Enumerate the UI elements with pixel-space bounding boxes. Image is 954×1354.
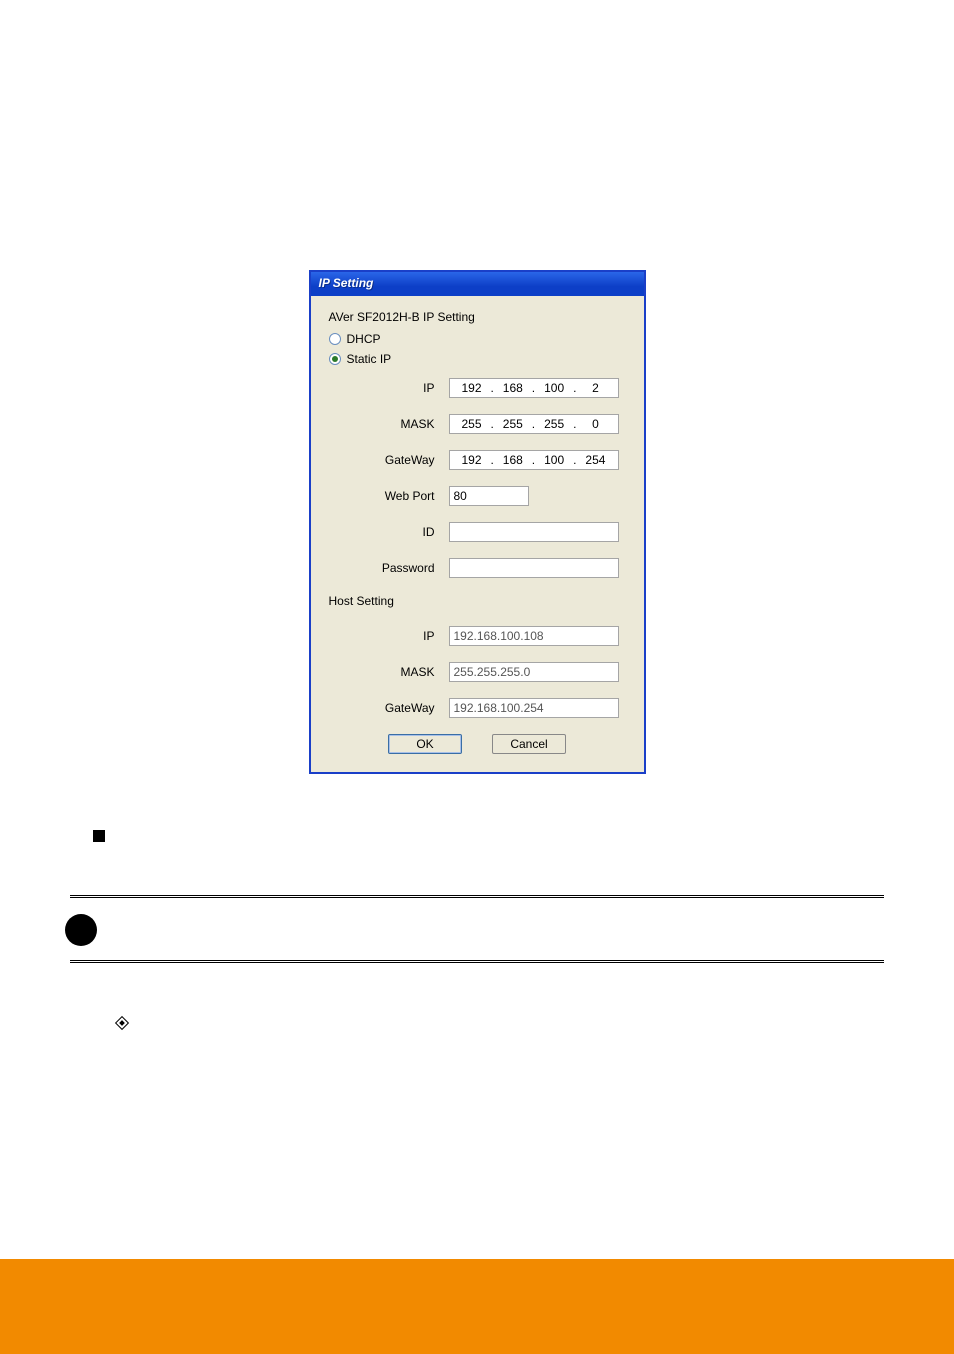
document-page	[0, 0, 954, 100]
gw-oct2[interactable]: 168	[500, 453, 526, 467]
ip-row: IP 192. 168. 100. 2	[369, 378, 626, 398]
ip-oct2[interactable]: 168	[500, 381, 526, 395]
hidden-text-2: '	[440, 138, 443, 154]
hidden-text-3: –	[515, 138, 522, 154]
circle-icon	[65, 914, 97, 946]
device-form-area: IP 192. 168. 100. 2 MASK 255. 255. 255. …	[329, 378, 626, 578]
cancel-button[interactable]: Cancel	[492, 734, 566, 754]
host-mask-row: MASK 255.255.255.0	[369, 662, 626, 682]
radio-static[interactable]	[329, 353, 341, 365]
diamond-icon	[115, 1016, 129, 1030]
password-input[interactable]	[449, 558, 619, 578]
host-ip-input[interactable]: 192.168.100.108	[449, 626, 619, 646]
webport-label: Web Port	[369, 489, 449, 503]
device-section-label: AVer SF2012H-B IP Setting	[329, 310, 626, 324]
id-label: ID	[369, 525, 449, 539]
host-mask-label: MASK	[369, 665, 449, 679]
host-ip-row: IP 192.168.100.108	[369, 626, 626, 646]
hidden-text-1: '	[540, 108, 543, 124]
host-form-area: IP 192.168.100.108 MASK 255.255.255.0 Ga…	[329, 626, 626, 718]
ip-setting-dialog: IP Setting AVer SF2012H-B IP Setting DHC…	[309, 270, 646, 774]
id-input[interactable]	[449, 522, 619, 542]
radio-dhcp[interactable]	[329, 333, 341, 345]
mask-label: MASK	[369, 417, 449, 431]
password-label: Password	[369, 561, 449, 575]
footer-bar	[0, 1259, 954, 1354]
mask-row: MASK 255. 255. 255. 0	[369, 414, 626, 434]
password-row: Password	[369, 558, 626, 578]
host-ip-label: IP	[369, 629, 449, 643]
mask-oct3[interactable]: 255	[541, 417, 567, 431]
gateway-label: GateWay	[369, 453, 449, 467]
ip-input[interactable]: 192. 168. 100. 2	[449, 378, 619, 398]
mask-oct4[interactable]: 0	[582, 417, 608, 431]
id-row: ID	[369, 522, 626, 542]
webport-row: Web Port 80	[369, 486, 626, 506]
ip-label: IP	[369, 381, 449, 395]
gateway-row: GateWay 192. 168. 100. 254	[369, 450, 626, 470]
ok-button[interactable]: OK	[388, 734, 462, 754]
dialog-titlebar[interactable]: IP Setting	[311, 272, 644, 296]
webport-input[interactable]: 80	[449, 486, 529, 506]
mask-input[interactable]: 255. 255. 255. 0	[449, 414, 619, 434]
radio-static-row[interactable]: Static IP	[329, 352, 626, 366]
radio-static-label: Static IP	[347, 352, 392, 366]
gw-oct1[interactable]: 192	[458, 453, 484, 467]
hidden-text-system: system'	[525, 175, 585, 196]
mask-oct1[interactable]: 255	[458, 417, 484, 431]
mask-oct2[interactable]: 255	[500, 417, 526, 431]
host-mask-input[interactable]: 255.255.255.0	[449, 662, 619, 682]
square-bullet-icon	[93, 830, 105, 842]
host-section-label: Host Setting	[329, 594, 626, 608]
radio-dhcp-row[interactable]: DHCP	[329, 332, 626, 346]
dialog-buttons: OK Cancel	[329, 734, 626, 754]
host-gateway-input[interactable]: 192.168.100.254	[449, 698, 619, 718]
divider-bottom	[70, 960, 884, 963]
radio-dhcp-label: DHCP	[347, 332, 381, 346]
gateway-input[interactable]: 192. 168. 100. 254	[449, 450, 619, 470]
dialog-body: AVer SF2012H-B IP Setting DHCP Static IP…	[311, 296, 644, 772]
ip-oct3[interactable]: 100	[541, 381, 567, 395]
gw-oct4[interactable]: 254	[582, 453, 608, 467]
host-gateway-label: GateWay	[369, 701, 449, 715]
gw-oct3[interactable]: 100	[541, 453, 567, 467]
host-gateway-row: GateWay 192.168.100.254	[369, 698, 626, 718]
divider-top	[70, 895, 884, 898]
ip-oct4[interactable]: 2	[582, 381, 608, 395]
ip-oct1[interactable]: 192	[458, 381, 484, 395]
